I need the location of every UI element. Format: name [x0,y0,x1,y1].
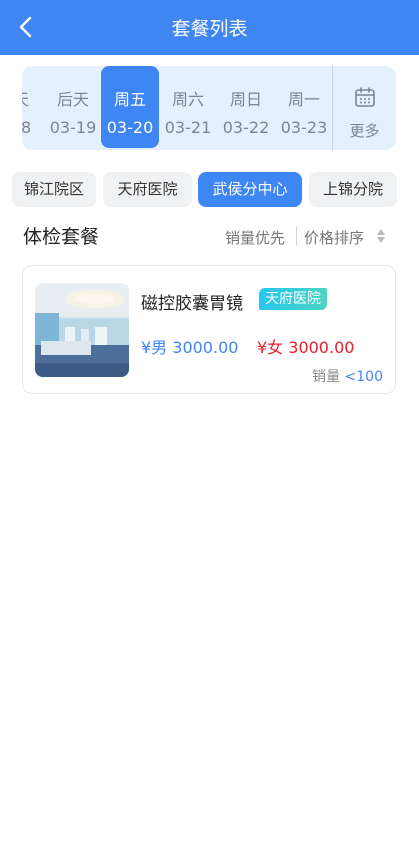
date-item-2[interactable]: 周五 03-20 [101,66,159,148]
more-dates-label: 更多 [349,122,380,140]
sales-info: 销量 <100 [312,366,383,386]
package-name: 磁控胶囊胃镜 [141,294,243,314]
package-thumbnail [35,283,129,377]
date-day: 03-20 [106,118,154,137]
sort-by-price-button[interactable]: 价格排序 [304,227,364,248]
page-title: 套餐列表 [171,18,248,40]
date-weekday: 后天 [56,90,89,109]
sort-arrows-icon[interactable] [376,227,386,245]
date-day: 03-21 [164,118,212,137]
date-weekday: 周六 [171,90,204,109]
male-price: ¥男 3000.00 [141,338,239,357]
date-weekday: 周日 [229,90,262,109]
app-header: 套餐列表 [0,0,419,55]
date-item-4[interactable]: 周日 03-22 [217,66,275,150]
date-weekday: 周五 [113,90,146,109]
date-weekday: 周一 [287,90,320,109]
more-dates-button[interactable]: 更多 [332,66,396,150]
calendar-icon [355,87,375,107]
section-title: 体检套餐 [23,226,100,248]
hospital-tabs: 锦江院区 天府医院 武侯分中心 上锦分院 [0,172,419,208]
tab-wuhou[interactable]: 武侯分中心 [198,172,302,207]
sort-by-sales-button[interactable]: 销量优先 [225,227,285,248]
date-item-5[interactable]: 周一 03-23 [275,66,333,150]
date-item-3[interactable]: 周六 03-21 [159,66,217,150]
sort-divider [296,226,297,246]
tab-tianfu[interactable]: 天府医院 [103,172,192,207]
date-day: 03-19 [49,118,97,137]
female-price: ¥女 3000.00 [257,338,355,357]
tab-shangjin[interactable]: 上锦分院 [309,172,397,207]
date-item-1[interactable]: 后天 03-19 [44,66,102,150]
package-card[interactable]: 磁控胶囊胃镜 天府医院 ¥男 3000.00 ¥女 3000.00 销量 <10… [22,265,396,394]
tab-jinjiang[interactable]: 锦江院区 [12,172,96,207]
sales-label: 销量 [312,369,341,385]
date-day: 03-22 [222,118,270,137]
sales-value: <100 [344,369,383,385]
date-selector: 天 18 后天 03-19 周五 03-20 周六 03-21 周日 03-22… [22,66,396,150]
hospital-badge: 天府医院 [259,288,327,310]
date-day: 03-23 [280,118,328,137]
